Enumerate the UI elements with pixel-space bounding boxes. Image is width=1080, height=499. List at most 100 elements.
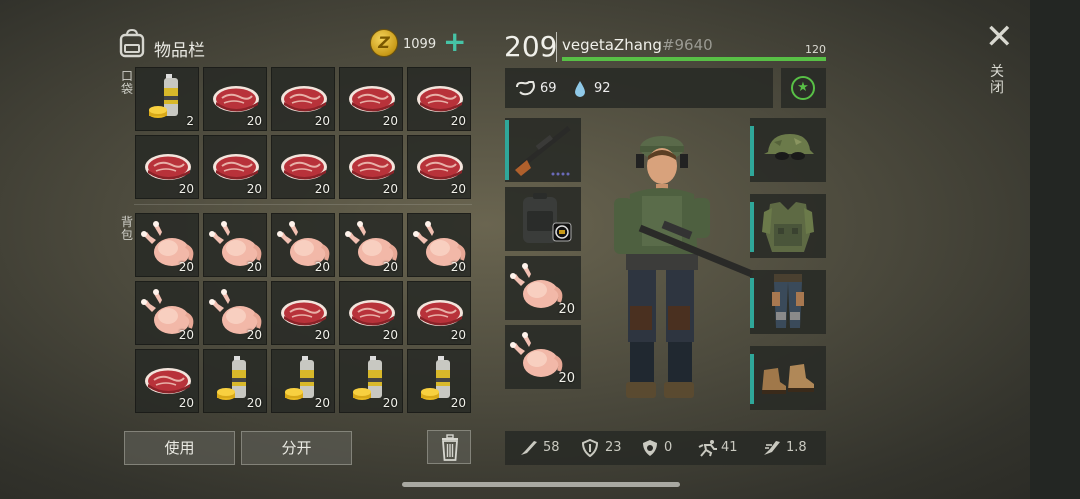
coin-letter: Z <box>378 33 390 52</box>
character-model <box>614 136 754 398</box>
item-count: 20 <box>178 260 194 274</box>
backpack-slot[interactable]: 20 <box>339 349 403 413</box>
pocket-slot[interactable]: 20 <box>135 135 199 199</box>
boots-icon <box>762 364 814 394</box>
item-count: 20 <box>246 396 262 410</box>
close-label[interactable]: 关闭 <box>989 64 1005 96</box>
sniper-rifle-icon <box>515 126 571 176</box>
add-gold-button[interactable]: + <box>443 27 466 57</box>
backpack-slot[interactable]: 20 <box>339 213 403 277</box>
split-button[interactable]: 分开 <box>241 431 352 465</box>
section-divider <box>134 204 472 205</box>
pocket-slot[interactable]: 20 <box>407 67 471 131</box>
hp-bar <box>562 57 826 61</box>
item-count: 20 <box>314 328 330 342</box>
gold-amount: 1099 <box>403 37 437 52</box>
item-count: 20 <box>382 328 398 342</box>
item-count: 20 <box>246 260 262 274</box>
hp-bar-fill <box>562 57 826 61</box>
backpack-slot[interactable]: 20 <box>271 213 335 277</box>
item-count: 20 <box>314 260 330 274</box>
item-count: 20 <box>558 302 575 317</box>
pocket-slot[interactable]: 20 <box>271 67 335 131</box>
item-count: 20 <box>450 328 466 342</box>
backpack-slot[interactable]: 20 <box>339 281 403 345</box>
backpack-slot[interactable]: 20 <box>203 213 267 277</box>
item-count: 20 <box>382 260 398 274</box>
pocket-slot[interactable]: 20 <box>339 67 403 131</box>
item-count: 20 <box>450 182 466 196</box>
attack-value: 58 <box>543 440 560 455</box>
defense-value: 23 <box>605 440 622 455</box>
star-icon[interactable]: ★ <box>791 76 815 100</box>
backpack-slot[interactable]: 20 <box>135 281 199 345</box>
trash-button[interactable] <box>427 430 471 464</box>
stealth-icon <box>764 441 780 455</box>
player-name: vegetaZhang#9640 <box>562 36 713 54</box>
attack-stat: 58 <box>519 431 569 465</box>
item-count: 20 <box>246 114 262 128</box>
backpack-slot[interactable]: 20 <box>135 349 199 413</box>
water-value: 92 <box>594 81 611 96</box>
item-count: 20 <box>450 114 466 128</box>
radiation-stat: 0 <box>640 431 690 465</box>
item-count: 20 <box>314 182 330 196</box>
running-icon <box>698 440 717 457</box>
armor-slot-boots[interactable] <box>750 346 826 410</box>
pocket-slot[interactable]: 20 <box>203 67 267 131</box>
equipment-slot-chicken[interactable]: 20 <box>505 325 581 389</box>
shield-icon <box>581 439 599 457</box>
stealth-value: 1.8 <box>786 440 807 455</box>
backpack-slot[interactable]: 20 <box>271 349 335 413</box>
use-button[interactable]: 使用 <box>124 431 235 465</box>
knife-icon <box>521 441 537 455</box>
level-divider <box>556 32 557 62</box>
armor-slot-pants[interactable] <box>750 270 826 334</box>
radiation-value: 0 <box>664 440 673 455</box>
backpack-slot[interactable]: 20 <box>271 281 335 345</box>
pocket-slot[interactable]: 20 <box>339 135 403 199</box>
water-drop-icon <box>575 81 585 97</box>
item-count: 20 <box>382 182 398 196</box>
item-count: 20 <box>314 396 330 410</box>
trash-icon <box>442 434 458 461</box>
equipment-slot-rifle[interactable] <box>505 118 581 182</box>
inventory-title: 物品栏 <box>154 41 205 61</box>
player-level: 209 <box>504 30 558 63</box>
pocket-slot[interactable]: 20 <box>407 135 471 199</box>
pocket-slot[interactable]: 20 <box>203 135 267 199</box>
backpack-icon <box>119 28 145 58</box>
backpack-slot[interactable]: 20 <box>135 213 199 277</box>
speed-stat: 41 <box>697 431 747 465</box>
home-indicator[interactable] <box>402 482 680 487</box>
stomach-icon <box>516 81 535 96</box>
backpack-slot[interactable]: 20 <box>203 349 267 413</box>
pocket-slot[interactable]: 20 <box>271 135 335 199</box>
armor-slot-helmet[interactable] <box>750 118 826 182</box>
backpack-label: 背包 <box>120 215 133 242</box>
pocket-label: 口袋 <box>120 69 133 96</box>
item-count: 20 <box>178 396 194 410</box>
item-count: 20 <box>178 328 194 342</box>
military-backpack-icon <box>523 193 572 243</box>
item-count: 20 <box>450 260 466 274</box>
armor-slot-vest[interactable] <box>750 194 826 258</box>
backpack-slot[interactable]: 20 <box>203 281 267 345</box>
radiation-shield-icon <box>643 440 657 456</box>
backpack-slot[interactable]: 20 <box>407 349 471 413</box>
inventory-header: 物品栏 Z 1099 + <box>118 26 473 64</box>
player-tag: #9640 <box>661 36 713 54</box>
close-icon[interactable]: ✕ <box>985 20 1014 54</box>
pocket-slot[interactable]: 2 <box>135 67 199 131</box>
equipment-slot-backpack[interactable] <box>505 187 581 251</box>
item-count: 20 <box>246 182 262 196</box>
backpack-slot[interactable]: 20 <box>407 281 471 345</box>
item-count: 20 <box>246 328 262 342</box>
perk-panel: ★ <box>781 68 826 108</box>
stealth-stat: 1.8 <box>762 431 818 465</box>
item-count: 20 <box>450 396 466 410</box>
item-count: 20 <box>382 396 398 410</box>
speed-value: 41 <box>721 440 738 455</box>
backpack-slot[interactable]: 20 <box>407 213 471 277</box>
equipment-slot-chicken[interactable]: 20 <box>505 256 581 320</box>
